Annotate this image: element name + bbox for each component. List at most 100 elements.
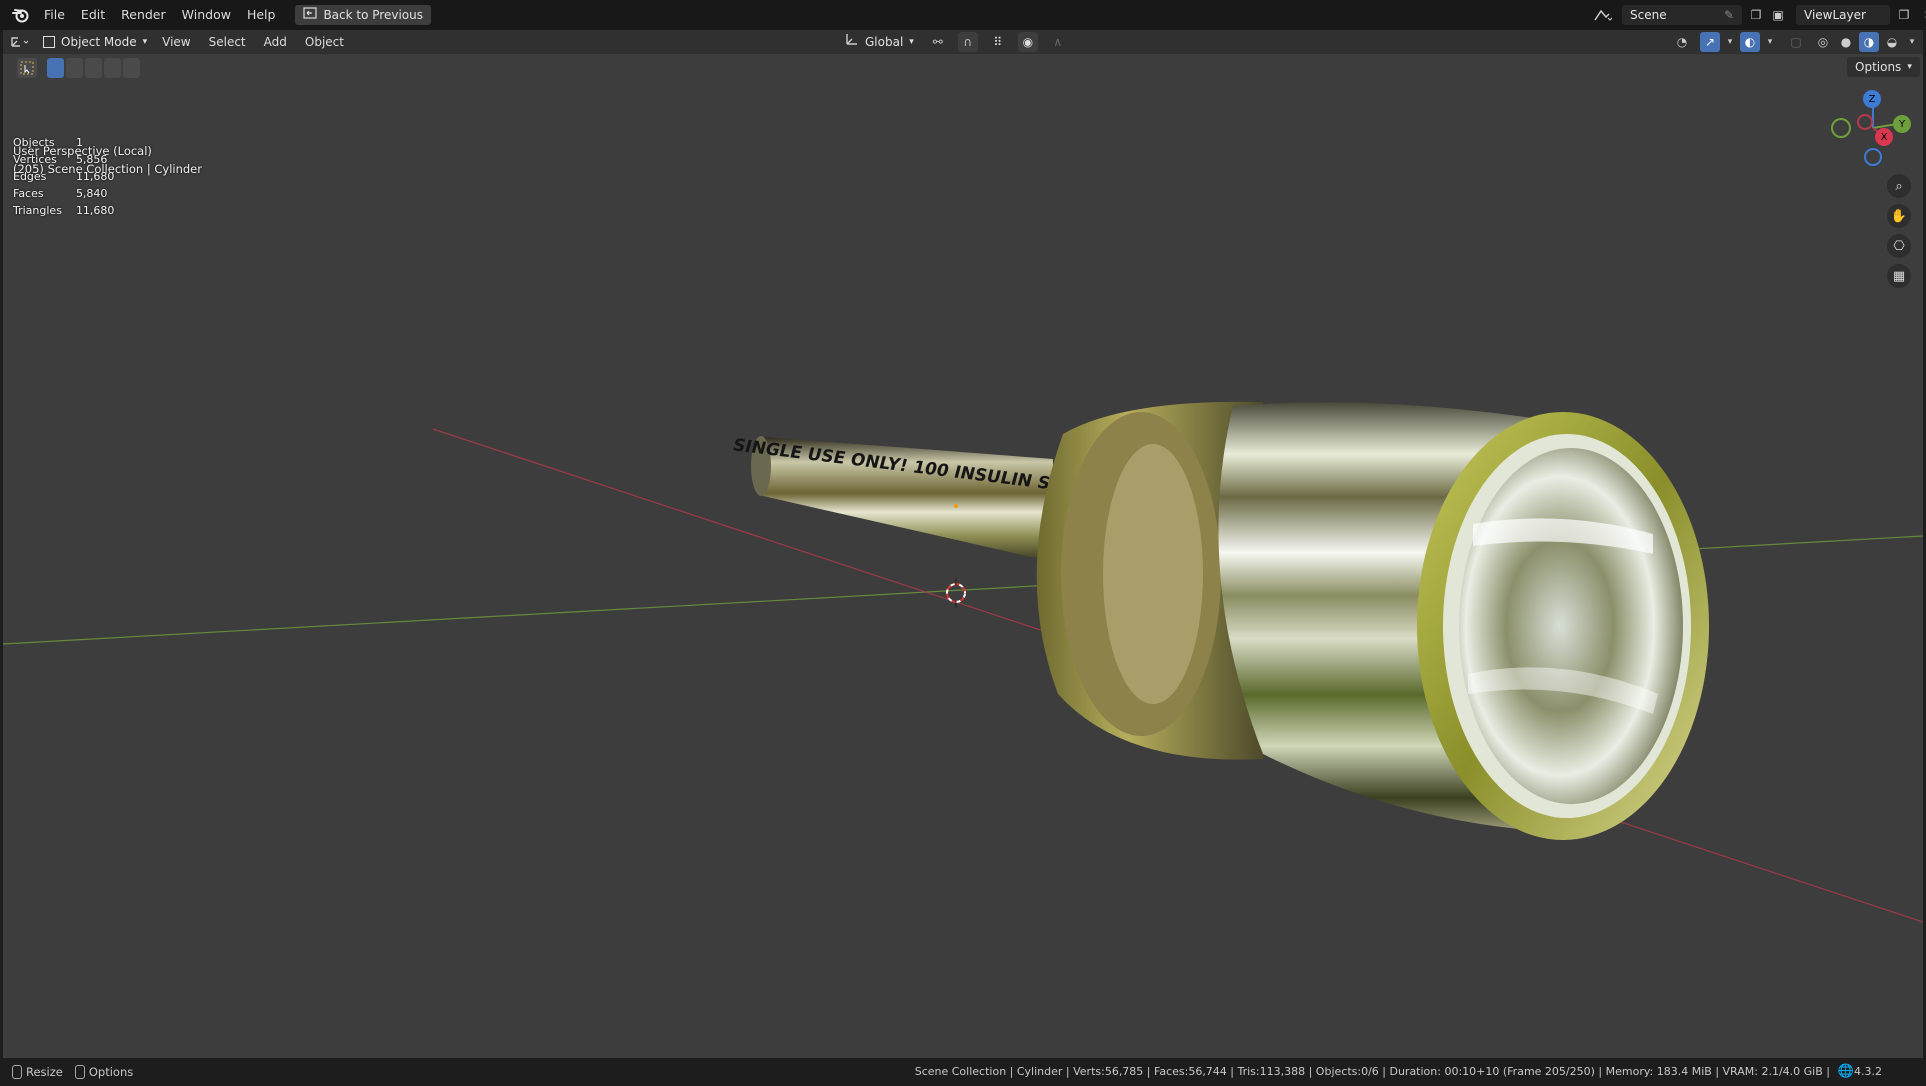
menu-file[interactable]: File	[36, 4, 73, 26]
shading-dropdown-icon[interactable]: ▾	[1905, 32, 1919, 52]
pin-icon[interactable]: ✎	[1724, 8, 1734, 22]
rendered-shading-icon[interactable]: ◒	[1882, 32, 1902, 52]
zoom-icon[interactable]: ⌕	[1887, 174, 1911, 198]
falloff-icon[interactable]: ∧	[1044, 32, 1072, 52]
xray-toggle-icon[interactable]: ▢	[1786, 32, 1806, 52]
delete-view-layer-icon[interactable]: ✕	[1918, 5, 1926, 25]
scene-name-field[interactable]: Scene ✎	[1622, 5, 1742, 25]
stat-value: 11,680	[75, 170, 115, 183]
statistics-overlay: Objects 1 Vertices 5,856 Edges 11,680 Faces…	[13, 134, 128, 219]
proportional-editing-icon[interactable]: ◉	[1017, 32, 1038, 52]
menu-render[interactable]: Render	[113, 4, 174, 26]
overlays-dropdown-icon[interactable]: ▾	[1763, 32, 1777, 52]
ortho-grid-icon[interactable]: ▦	[1887, 264, 1911, 288]
resize-label: Resize	[26, 1065, 63, 1079]
view-layer-icon[interactable]: ▣	[1764, 5, 1792, 25]
object-mode-icon	[43, 36, 55, 48]
scene-selector-icon[interactable]	[1588, 5, 1618, 25]
stat-value: 5,840	[75, 187, 108, 200]
mouse-right-icon	[74, 1065, 85, 1079]
object-mode-label: Object Mode	[61, 35, 137, 49]
stat-row: Objects 1	[13, 134, 128, 151]
scene-name: Scene	[1630, 8, 1667, 22]
transform-orientation-dropdown[interactable]: Global ▾	[841, 32, 918, 52]
editor-type-icon[interactable]	[3, 30, 37, 54]
stat-value: 1	[75, 136, 83, 149]
menu-object[interactable]: Object	[296, 32, 353, 52]
wireframe-shading-icon[interactable]: ◎	[1813, 32, 1833, 52]
collar-highlight	[1103, 444, 1203, 704]
snap-grid-icon[interactable]: ⠿	[984, 32, 1012, 52]
orientation-label: Global	[865, 35, 904, 49]
object-origin	[954, 504, 958, 508]
view-layer-field[interactable]: ViewLayer	[1796, 5, 1890, 25]
back-to-previous-button[interactable]: Back to Previous	[295, 5, 431, 25]
cylinder-interior	[1459, 448, 1683, 804]
select-invert-icon[interactable]	[104, 58, 121, 78]
menu-window[interactable]: Window	[174, 4, 239, 26]
select-extend-icon[interactable]	[66, 58, 83, 78]
select-tool-icon[interactable]	[17, 58, 37, 78]
stat-row: Faces 5,840	[13, 185, 128, 202]
menu-help[interactable]: Help	[239, 4, 284, 26]
back-icon	[303, 5, 318, 25]
chevron-down-icon: ▾	[1907, 62, 1912, 72]
overlays-toggle-icon[interactable]: ◐	[1740, 32, 1760, 52]
stat-label: Faces	[13, 187, 44, 200]
chevron-down-icon: ▾	[909, 37, 914, 47]
stat-label: Edges	[13, 170, 47, 183]
options-hint: Options	[74, 1065, 134, 1079]
viewport-header: Object Mode ▾ View Select Add Object Glo…	[3, 30, 1923, 54]
stat-label: Objects	[13, 136, 55, 149]
solid-shading-icon[interactable]: ●	[1836, 32, 1856, 52]
options-label: Options	[1855, 60, 1902, 74]
neg-y-axis-handle[interactable]	[1831, 118, 1851, 138]
status-info: Scene Collection | Cylinder | Verts:56,7…	[914, 1065, 1830, 1078]
orientation-axes-icon	[845, 32, 859, 52]
neg-z-axis-handle[interactable]	[1864, 148, 1882, 166]
resize-hint: Resize	[12, 1065, 63, 1079]
z-axis-handle[interactable]: Z	[1863, 90, 1881, 108]
snap-toggle-icon[interactable]: ∩	[957, 32, 978, 52]
menu-select[interactable]: Select	[200, 32, 255, 52]
network-icon[interactable]: 🌐	[1838, 1064, 1854, 1079]
stat-label: Vertices	[13, 153, 57, 166]
blender-logo-icon[interactable]	[6, 0, 36, 30]
stat-row: Edges 11,680	[13, 168, 128, 185]
new-view-layer-icon[interactable]: ❐	[1894, 5, 1914, 25]
view-layer-name: ViewLayer	[1804, 8, 1866, 22]
menu-add[interactable]: Add	[255, 32, 296, 52]
status-bar: Resize Options Scene Collection | Cylind…	[0, 1058, 1926, 1086]
select-new-icon[interactable]	[47, 58, 64, 78]
selection-mode-group	[47, 58, 140, 78]
material-preview-icon[interactable]: ◑	[1859, 32, 1879, 52]
mouse-left-icon	[12, 1065, 22, 1079]
gizmo-dropdown-icon[interactable]: ▾	[1723, 32, 1737, 52]
camera-view-icon[interactable]: ⎔	[1887, 234, 1911, 258]
pan-hand-icon[interactable]: ✋	[1887, 204, 1911, 228]
y-axis-handle[interactable]: Y	[1893, 115, 1911, 133]
select-intersect-icon[interactable]	[123, 58, 140, 78]
pivot-point-icon[interactable]: ⚯	[924, 32, 952, 52]
neg-x-axis-handle[interactable]	[1857, 114, 1873, 130]
stat-row: Vertices 5,856	[13, 151, 128, 168]
chevron-down-icon: ▾	[142, 37, 148, 47]
stat-value: 11,680	[75, 204, 115, 217]
menu-edit[interactable]: Edit	[73, 4, 113, 26]
new-scene-icon[interactable]: ❐	[1746, 5, 1766, 25]
viewport-scene: SINGLE USE ONLY! 100 INSULIN S Z	[3, 401, 1923, 923]
visibility-icon[interactable]: ◔	[1667, 32, 1697, 52]
gizmo-toggle-icon[interactable]: ↗	[1700, 32, 1720, 52]
3d-viewport[interactable]: SINGLE USE ONLY! 100 INSULIN S Z User Pe…	[3, 54, 1923, 1058]
back-to-previous-label: Back to Previous	[323, 8, 423, 22]
top-bar: File Edit Render Window Help Back to Pre…	[0, 0, 1926, 30]
navigation-gizmo[interactable]: Z Y X	[1825, 84, 1915, 184]
options-dropdown[interactable]: Options ▾	[1847, 57, 1920, 77]
select-subtract-icon[interactable]	[85, 58, 102, 78]
object-mode-dropdown[interactable]: Object Mode ▾	[37, 32, 153, 52]
version-label: 4.3.2	[1854, 1065, 1882, 1078]
x-axis-handle[interactable]: X	[1875, 128, 1893, 146]
menu-view[interactable]: View	[153, 32, 199, 52]
stat-value: 5,856	[75, 153, 108, 166]
options-hint-label: Options	[88, 1065, 134, 1079]
